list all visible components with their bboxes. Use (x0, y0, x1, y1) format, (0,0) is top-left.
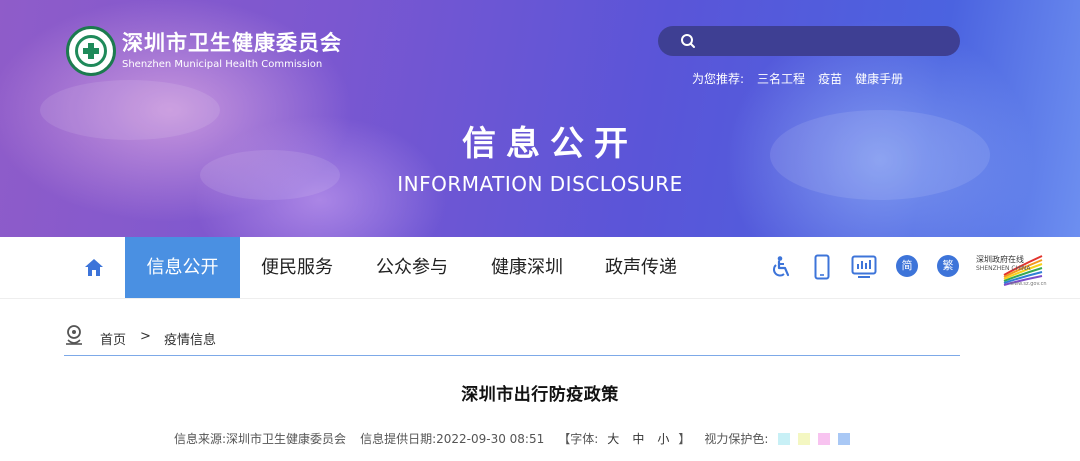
search-input[interactable] (706, 30, 950, 54)
nav-item-healthy-shenzhen[interactable]: 健康深圳 (477, 237, 577, 298)
data-screen-icon[interactable] (851, 255, 877, 279)
nav-item-convenience-services[interactable]: 便民服务 (247, 237, 347, 298)
search-box[interactable] (658, 26, 960, 56)
article-meta: 信息来源: 深圳市卫生健康委员会 信息提供日期: 2022-09-30 08:5… (174, 430, 858, 447)
eye-protection-label: 视力保护色: (704, 432, 769, 446)
breadcrumb-current-link[interactable]: 疫情信息 (164, 329, 216, 348)
hero-title-cn: 信息公开 (462, 124, 638, 164)
search-icon[interactable] (680, 33, 696, 49)
source-label: 信息来源: (174, 432, 227, 446)
header-banner: 深圳市卫生健康委员会 Shenzhen Municipal Health Com… (0, 0, 1080, 237)
accessibility-icon[interactable] (769, 255, 793, 279)
eye-color-swatch-cyan[interactable] (778, 432, 791, 445)
site-logo[interactable]: 深圳市卫生健康委员会 Shenzhen Municipal Health Com… (66, 26, 342, 76)
font-medium-button[interactable]: 中 (632, 430, 644, 447)
main-nav: 信息公开 便民服务 公众参与 健康深圳 政声传递 简 繁 (0, 237, 1080, 299)
location-pin-icon (66, 325, 82, 345)
font-label: 【字体: (558, 432, 599, 446)
date-value: 2022-09-30 08:51 (436, 431, 545, 446)
eye-color-swatch-yellow[interactable] (798, 432, 811, 445)
simplified-chinese-button[interactable]: 简 (896, 255, 918, 277)
portal-name-cn: 深圳政府在线 (976, 255, 1024, 264)
source-value: 深圳市卫生健康委员会 (226, 432, 347, 446)
font-large-button[interactable]: 大 (607, 430, 619, 447)
font-close: 】 (678, 432, 691, 446)
recommend-link-health-handbook[interactable]: 健康手册 (855, 70, 903, 87)
nav-item-info-disclosure[interactable]: 信息公开 (125, 237, 240, 298)
recommend-link-vaccine[interactable]: 疫苗 (818, 70, 842, 87)
recommend-link-sanming[interactable]: 三名工程 (757, 70, 805, 87)
eye-color-swatch-blue[interactable] (838, 432, 851, 445)
traditional-chinese-button[interactable]: 繁 (937, 255, 959, 277)
recommend-bar: 为您推荐: 三名工程 疫苗 健康手册 (692, 70, 916, 87)
nav-item-public-participation[interactable]: 公众参与 (362, 237, 462, 298)
org-name-cn: 深圳市卫生健康委员会 (122, 31, 342, 55)
nav-item-government-voice[interactable]: 政声传递 (591, 237, 691, 298)
breadcrumb-home-link[interactable]: 首页 (100, 329, 126, 348)
commission-emblem-icon (66, 26, 116, 76)
mobile-icon[interactable] (814, 254, 830, 280)
article-title: 深圳市出行防疫政策 (461, 385, 619, 405)
home-icon[interactable] (83, 257, 105, 279)
portal-url: www.sz.gov.cn (1010, 281, 1047, 287)
portal-name-en: SHENZHEN CHINA (976, 265, 1031, 272)
date-label: 信息提供日期: (360, 432, 437, 446)
recommend-label: 为您推荐: (692, 72, 745, 86)
hero-title-en: INFORMATION DISCLOSURE (397, 172, 683, 196)
font-small-button[interactable]: 小 (657, 430, 669, 447)
breadcrumb: 首页 > 疫情信息 (64, 324, 960, 356)
org-name-en: Shenzhen Municipal Health Commission (122, 59, 323, 70)
eye-color-swatch-pink[interactable] (818, 432, 831, 445)
breadcrumb-separator: > (140, 329, 151, 344)
